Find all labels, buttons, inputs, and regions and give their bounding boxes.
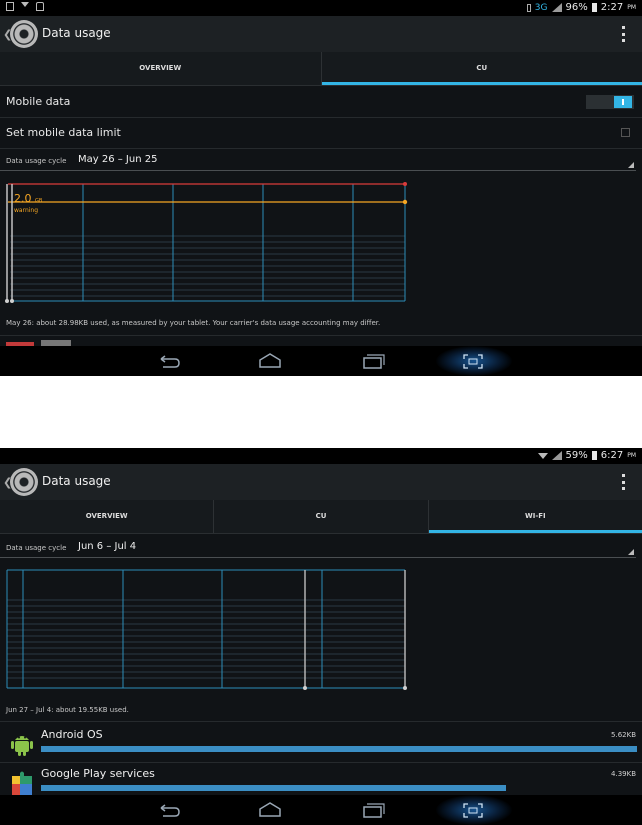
usage-chart[interactable]: 2.0 GB warning bbox=[0, 176, 420, 308]
tab-label: OVERVIEW bbox=[139, 64, 182, 72]
cycle-underline bbox=[0, 170, 636, 171]
tab-wifi[interactable]: WI-FI bbox=[428, 500, 642, 533]
recent-apps-icon[interactable] bbox=[358, 800, 388, 820]
screenshot-icon[interactable] bbox=[458, 800, 488, 820]
tab-cu[interactable]: CU bbox=[321, 52, 642, 85]
battery-icon bbox=[591, 451, 597, 460]
app-name: Android OS bbox=[41, 728, 103, 741]
mobile-data-label: Mobile data bbox=[6, 95, 71, 108]
home-icon[interactable] bbox=[255, 800, 285, 820]
app-usage-bar bbox=[41, 746, 637, 752]
status-bar: 59% 6:27 PM bbox=[0, 448, 642, 464]
divider bbox=[0, 335, 642, 336]
action-bar: ❮ Data usage bbox=[0, 464, 642, 500]
warning-unit: GB bbox=[35, 198, 43, 204]
tab-overview[interactable]: OVERVIEW bbox=[0, 500, 215, 533]
clock: 2:27 bbox=[600, 2, 624, 13]
cycle-dropdown-icon[interactable] bbox=[628, 162, 634, 168]
screenshot-icon[interactable] bbox=[458, 351, 488, 371]
sweep-handle[interactable] bbox=[10, 299, 14, 303]
back-icon[interactable] bbox=[153, 800, 183, 820]
tab-label: OVERVIEW bbox=[85, 512, 128, 520]
cycle-label: Data usage cycle bbox=[6, 544, 67, 552]
cycle-dropdown-icon[interactable] bbox=[628, 549, 634, 555]
status-bar: 3G 96% 2:27 PM bbox=[0, 0, 642, 16]
usage-note: Jun 27 – Jul 4: about 19.55KB used. bbox=[6, 706, 129, 714]
divider bbox=[0, 721, 642, 722]
app-usage-bar bbox=[41, 785, 506, 791]
overflow-menu-icon[interactable] bbox=[622, 26, 626, 42]
clock-ampm: PM bbox=[627, 452, 636, 459]
wifi-notification-icon bbox=[21, 2, 29, 11]
clock: 6:27 bbox=[600, 450, 624, 461]
warning-handle[interactable] bbox=[402, 199, 408, 205]
tab-label: CU bbox=[476, 64, 488, 72]
cycle-label: Data usage cycle bbox=[6, 157, 67, 165]
warning-label: warning bbox=[14, 207, 39, 214]
page-title: Data usage bbox=[42, 26, 111, 40]
screenshot-wifi: 59% 6:27 PM ❮ Data usage OVERVIEW CU WI-… bbox=[0, 448, 642, 825]
sweep-handle[interactable] bbox=[5, 299, 9, 303]
battery-percent: 96% bbox=[565, 2, 588, 13]
cycle-underline bbox=[0, 557, 636, 558]
action-bar: ❮ Data usage bbox=[0, 16, 642, 52]
settings-gear-icon[interactable] bbox=[10, 468, 38, 496]
signal-icon bbox=[551, 3, 562, 12]
battery-icon bbox=[591, 3, 597, 12]
set-limit-label: Set mobile data limit bbox=[6, 126, 121, 139]
page-title: Data usage bbox=[42, 474, 111, 488]
tab-label: WI-FI bbox=[525, 512, 546, 520]
sweep-handle[interactable] bbox=[403, 686, 407, 690]
toggle-knob bbox=[614, 96, 632, 108]
puzzle-icon bbox=[12, 771, 32, 795]
sweep-handle[interactable] bbox=[303, 686, 307, 690]
battery-percent: 59% bbox=[565, 450, 588, 461]
chart-gridlines bbox=[10, 235, 405, 297]
divider bbox=[0, 148, 642, 149]
android-icon bbox=[11, 736, 33, 756]
signal-icon bbox=[551, 451, 562, 460]
warning-value: 2.0 bbox=[14, 192, 32, 205]
home-icon[interactable] bbox=[255, 351, 285, 371]
navigation-bar bbox=[0, 346, 642, 376]
screenshot-cu: 3G 96% 2:27 PM ❮ Data usage OVERVIEW CU … bbox=[0, 0, 642, 376]
clock-ampm: PM bbox=[627, 4, 636, 11]
overflow-menu-icon[interactable] bbox=[622, 474, 626, 490]
limit-handle[interactable] bbox=[403, 182, 407, 186]
set-limit-checkbox[interactable] bbox=[621, 128, 630, 137]
chart-gridlines bbox=[7, 599, 405, 679]
image-notification-icon bbox=[6, 2, 14, 11]
app-size: 4.39KB bbox=[611, 770, 636, 778]
divider bbox=[0, 117, 642, 118]
navigation-bar bbox=[0, 795, 642, 825]
tab-strip: OVERVIEW CU bbox=[0, 52, 642, 86]
tab-strip: OVERVIEW CU WI-FI bbox=[0, 500, 642, 534]
back-icon[interactable] bbox=[153, 351, 183, 371]
tab-overview[interactable]: OVERVIEW bbox=[0, 52, 322, 85]
cycle-value[interactable]: Jun 6 – Jul 4 bbox=[78, 541, 136, 552]
recent-apps-icon[interactable] bbox=[358, 351, 388, 371]
cycle-value[interactable]: May 26 – Jun 25 bbox=[78, 154, 157, 165]
app-row-android-os[interactable]: Android OS 5.62KB bbox=[0, 726, 642, 764]
lock-notification-icon bbox=[36, 2, 44, 11]
settings-gear-icon[interactable] bbox=[10, 20, 38, 48]
usage-note: May 26: about 28.98KB used, as measured … bbox=[6, 319, 381, 327]
app-name: Google Play services bbox=[41, 767, 155, 780]
network-type: 3G bbox=[534, 2, 548, 13]
mobile-data-toggle[interactable] bbox=[586, 95, 634, 109]
usage-chart[interactable] bbox=[0, 566, 420, 696]
wifi-icon bbox=[537, 452, 548, 459]
chart-day-lines bbox=[6, 569, 405, 689]
app-size: 5.62KB bbox=[611, 731, 636, 739]
tab-cu[interactable]: CU bbox=[214, 500, 429, 533]
tab-label: CU bbox=[315, 512, 327, 520]
vibrate-icon bbox=[526, 3, 531, 12]
divider bbox=[0, 762, 642, 763]
